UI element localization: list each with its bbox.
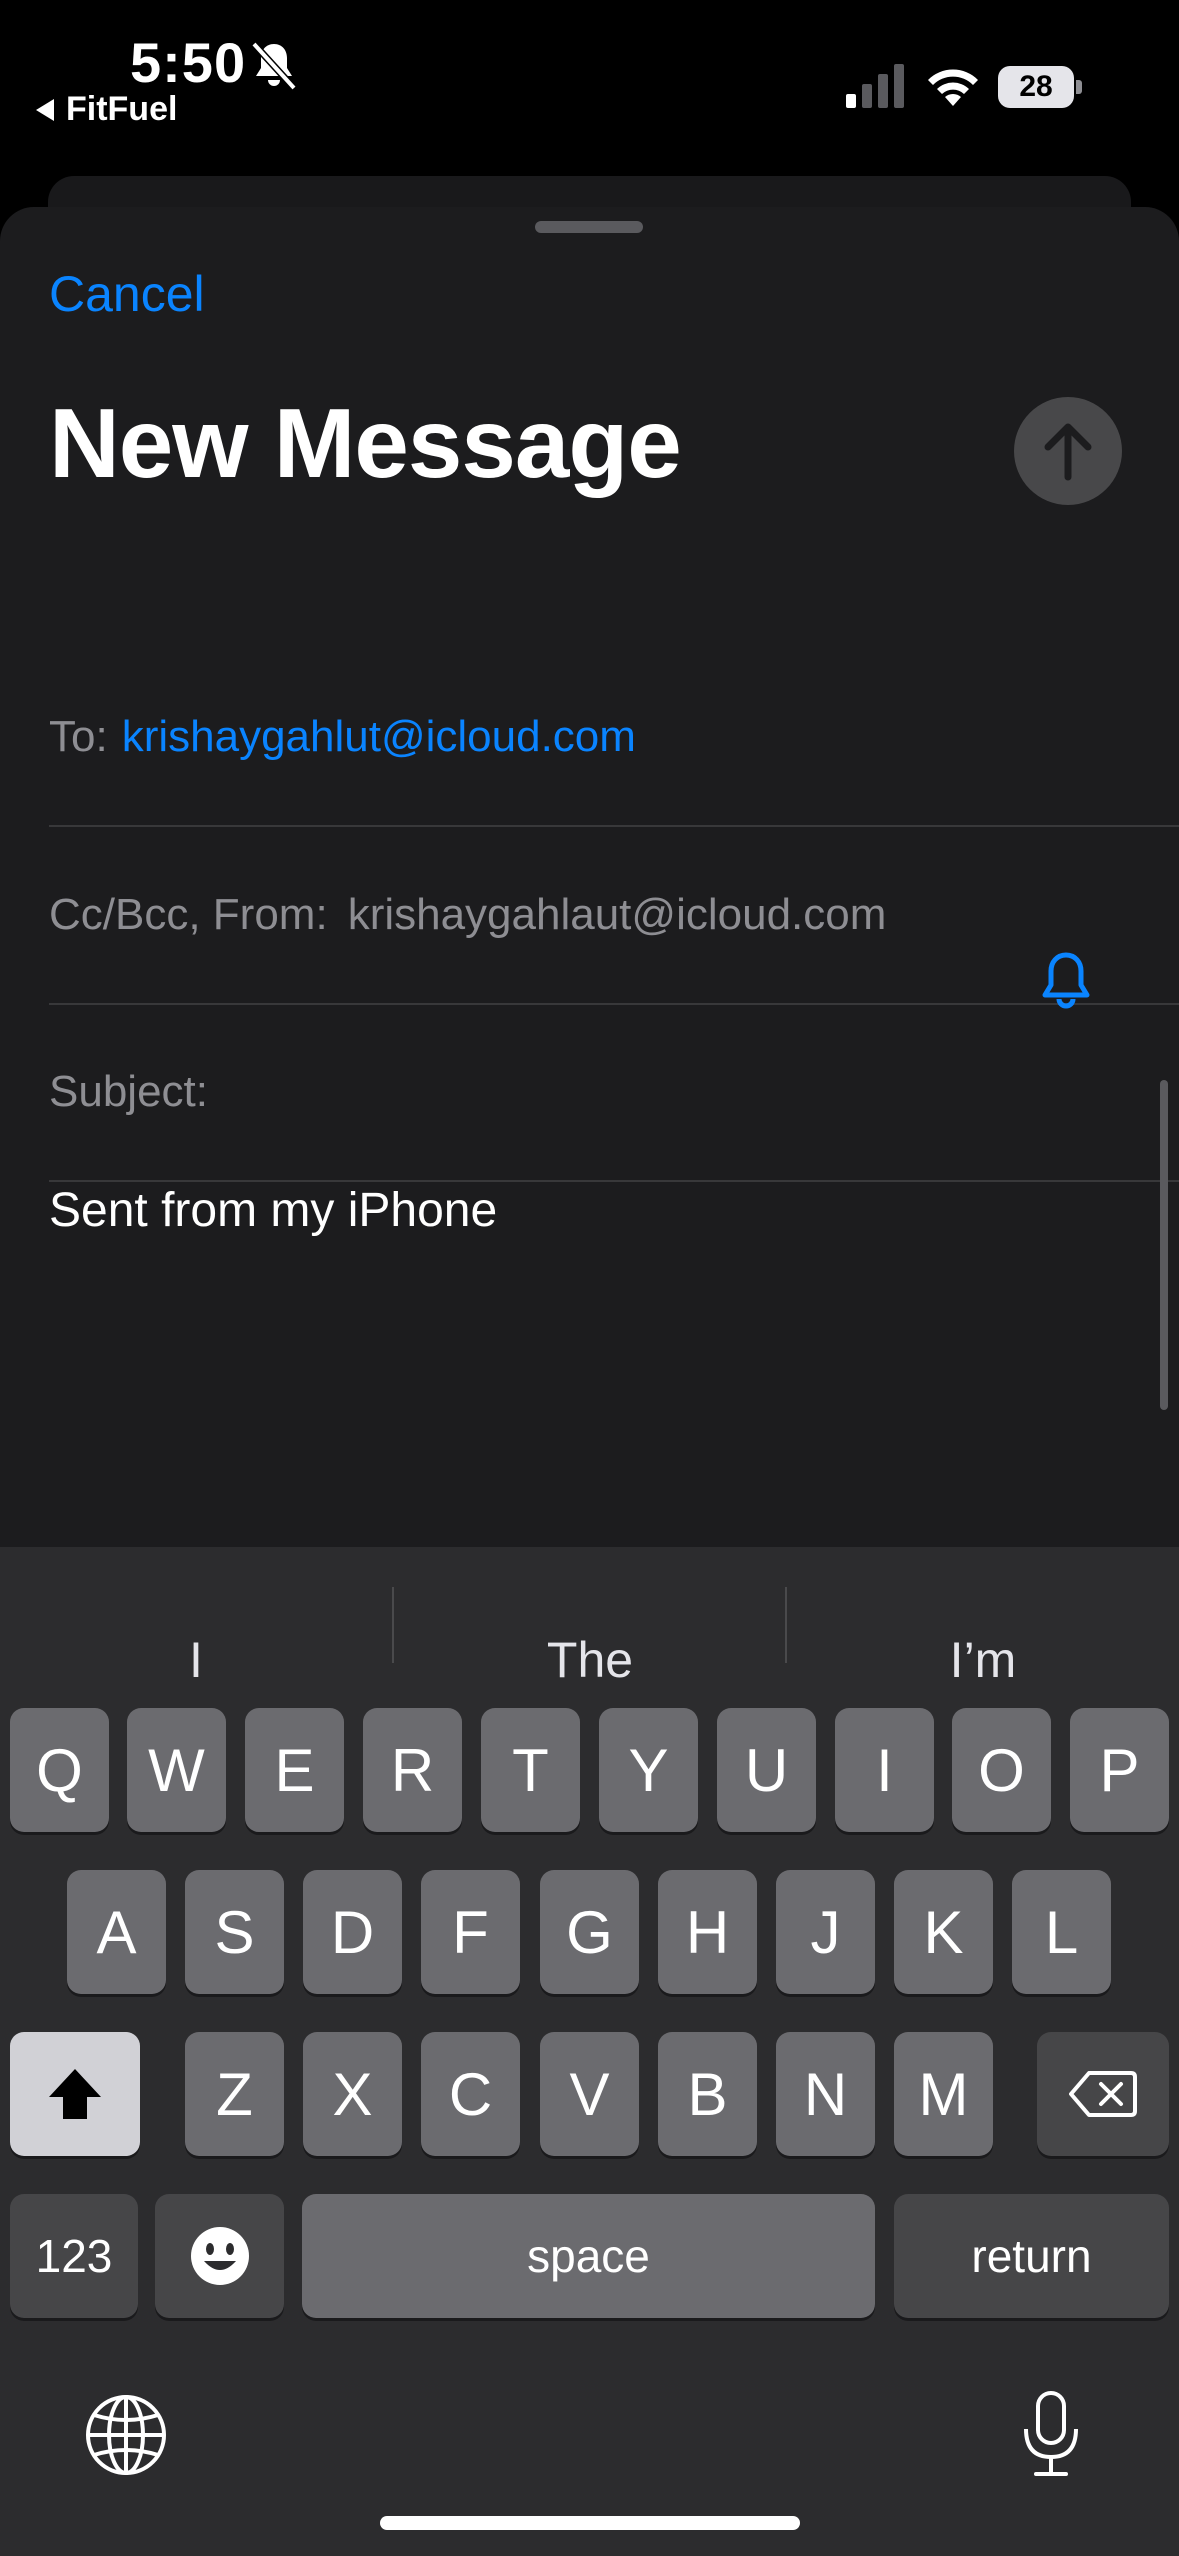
to-label: To: [49,712,108,761]
key-x[interactable]: X [303,2032,402,2156]
key-b[interactable]: B [658,2032,757,2156]
key-k[interactable]: K [894,1870,993,1994]
from-address[interactable]: krishaygahlaut@icloud.com [348,890,887,940]
bell-slash-icon [251,41,297,91]
suggestion-3[interactable]: I’m [787,1597,1179,1723]
battery-level: 28 [1019,70,1053,103]
cancel-button[interactable]: Cancel [49,265,205,323]
return-key[interactable]: return [894,2194,1169,2318]
shift-arrow-icon [49,2069,101,2119]
suggestion-2[interactable]: The [394,1597,786,1723]
ccbcc-from-field[interactable]: Cc/Bcc, From: krishaygahlaut@icloud.com [49,827,1179,1005]
to-field[interactable]: To: krishaygahlut@icloud.com [49,649,1179,827]
key-h[interactable]: H [658,1870,757,1994]
delete-backspace-icon [1069,2071,1137,2117]
subject-field[interactable]: Subject: [49,1004,1179,1182]
wifi-icon [928,69,978,106]
compose-sheet: Cancel New Message To: krishaygahlut@icl… [0,207,1179,1547]
notify-bell-icon[interactable] [1038,949,1094,1013]
key-n[interactable]: N [776,2032,875,2156]
numbers-key[interactable]: 123 [10,2194,138,2318]
globe-icon[interactable] [84,2393,168,2477]
arrow-up-icon [1044,423,1092,481]
key-s[interactable]: S [185,1870,284,1994]
key-z[interactable]: Z [185,2032,284,2156]
message-body[interactable]: Sent from my iPhone [49,1183,497,1238]
delete-key[interactable] [1037,2032,1169,2156]
key-j[interactable]: J [776,1870,875,1994]
key-q[interactable]: Q [10,1708,109,1832]
key-a[interactable]: A [67,1870,166,1994]
microphone-icon[interactable] [1020,2389,1082,2479]
key-c[interactable]: C [421,2032,520,2156]
to-recipient[interactable]: krishaygahlut@icloud.com [122,712,636,762]
status-time: 5:50 [130,31,247,94]
key-e[interactable]: E [245,1708,344,1832]
subject-label: Subject: [49,1067,208,1116]
page-title: New Message [49,388,682,498]
key-l[interactable]: L [1012,1870,1111,1994]
key-r[interactable]: R [363,1708,462,1832]
emoji-icon [190,2227,249,2285]
key-v[interactable]: V [540,2032,639,2156]
key-d[interactable]: D [303,1870,402,1994]
cellular-signal-icon [846,64,904,108]
shift-key[interactable] [10,2032,140,2156]
key-u[interactable]: U [717,1708,816,1832]
back-triangle-icon [36,98,54,121]
sheet-grabber[interactable] [535,221,643,233]
send-button[interactable] [1014,397,1122,505]
space-key[interactable]: space [302,2194,875,2318]
back-to-app-button[interactable]: FitFuel [36,90,177,129]
emoji-key[interactable] [155,2194,284,2318]
key-m[interactable]: M [894,2032,993,2156]
key-w[interactable]: W [127,1708,226,1832]
key-y[interactable]: Y [599,1708,698,1832]
home-indicator[interactable] [380,2516,800,2530]
keyboard: I The I’m Q W E R T Y U I O P A S D F G … [0,1547,1179,2556]
key-f[interactable]: F [421,1870,520,1994]
key-t[interactable]: T [481,1708,580,1832]
key-p[interactable]: P [1070,1708,1169,1832]
status-bar: 5:50 FitFuel 28 [0,0,1179,170]
back-app-label: FitFuel [66,90,178,128]
battery-icon: 28 [998,66,1082,108]
ccbcc-from-label: Cc/Bcc, From: [49,890,328,939]
scrollbar[interactable] [1160,1080,1168,1410]
key-i[interactable]: I [835,1708,934,1832]
key-o[interactable]: O [952,1708,1051,1832]
key-g[interactable]: G [540,1870,639,1994]
suggestion-1[interactable]: I [0,1597,392,1723]
